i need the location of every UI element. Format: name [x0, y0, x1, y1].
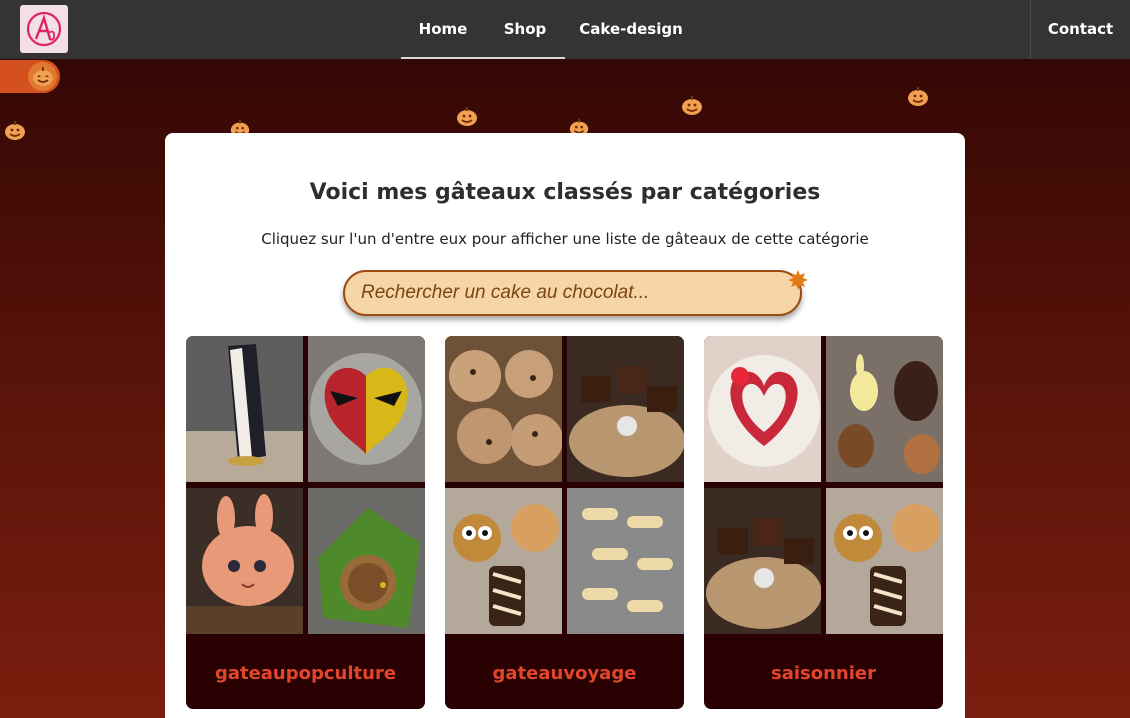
cake-image [826, 488, 943, 634]
theme-toggle[interactable] [0, 60, 60, 93]
pumpkin-icon [908, 87, 928, 106]
top-navbar: Home Shop Cake-design Contact [0, 0, 1130, 59]
cake-image [567, 336, 684, 482]
category-card-saisonnier[interactable]: saisonnier [704, 336, 943, 709]
cake-image [308, 336, 425, 482]
category-image-grid [704, 336, 943, 634]
nav-shop-link[interactable]: Shop [485, 0, 565, 59]
category-label[interactable]: gateaupopculture [186, 663, 425, 684]
category-card-popculture[interactable]: gateaupopculture [186, 336, 425, 709]
cake-image [186, 336, 303, 482]
logo-icon [26, 11, 62, 47]
maple-leaf-icon [788, 270, 808, 290]
cake-image [445, 488, 562, 634]
pumpkin-icon [28, 62, 57, 91]
cake-image [445, 336, 562, 482]
nav-contact-link[interactable]: Contact [1031, 0, 1130, 59]
nav-home-link[interactable]: Home [401, 0, 485, 59]
cake-image [186, 488, 303, 634]
cake-image [704, 336, 821, 482]
page-title: Voici mes gâteaux classés par catégories [309, 180, 821, 205]
pumpkin-icon [682, 96, 702, 115]
nav-cake-design-link[interactable]: Cake-design [575, 0, 687, 59]
pumpkin-icon [457, 107, 477, 126]
cake-image [826, 336, 943, 482]
cake-image [704, 488, 821, 634]
category-image-grid [445, 336, 684, 634]
site-logo[interactable] [20, 5, 68, 53]
search-input[interactable] [343, 270, 802, 316]
pumpkin-icon [5, 121, 25, 140]
categories-panel: Voici mes gâteaux classés par catégories… [165, 133, 965, 718]
cake-image [567, 488, 684, 634]
category-card-voyage[interactable]: gateauvoyage [445, 336, 684, 709]
page-subtitle: Cliquez sur l'un d'entre eux pour affich… [261, 230, 869, 248]
category-label[interactable]: gateauvoyage [445, 663, 684, 684]
cake-image [308, 488, 425, 634]
category-image-grid [186, 336, 425, 634]
category-label[interactable]: saisonnier [704, 663, 943, 684]
